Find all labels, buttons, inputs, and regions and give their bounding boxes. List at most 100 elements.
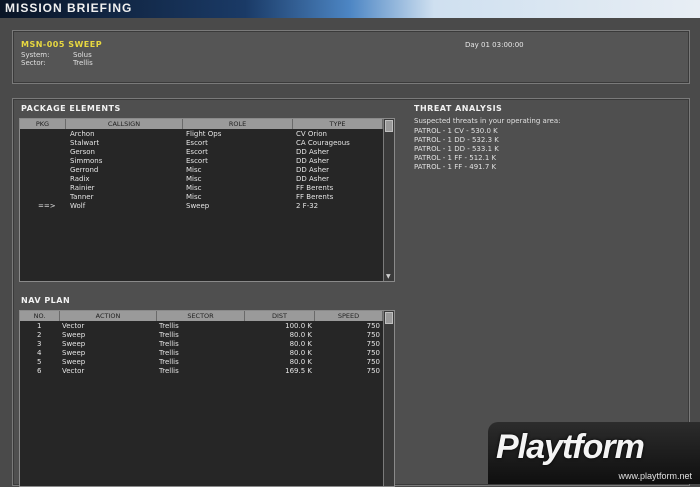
column-header-no[interactable]: NO. — [20, 311, 60, 321]
sector-cell: Trellis — [159, 331, 179, 339]
dist-cell: 80.0 K — [289, 349, 312, 357]
action-cell: Sweep — [62, 331, 86, 339]
speed-cell: 750 — [366, 340, 380, 348]
nav-plan-scrollbar[interactable] — [383, 311, 394, 486]
system-label: System: — [21, 51, 50, 59]
table-row[interactable]: Tanner Misc FF Berents — [20, 193, 384, 202]
action-cell: Sweep — [62, 340, 86, 348]
action-cell: Sweep — [62, 349, 86, 357]
scroll-down-icon[interactable]: ▼ — [386, 273, 391, 280]
callsign-cell: Gerrond — [70, 166, 99, 174]
callsign-cell: Stalwart — [70, 139, 100, 147]
window-title: MISSION BRIEFING — [5, 1, 133, 15]
package-scroll-thumb[interactable] — [385, 120, 393, 132]
dist-cell: 169.5 K — [285, 367, 312, 375]
sector-cell: Trellis — [159, 358, 179, 366]
no-cell: 3 — [37, 340, 42, 348]
speed-cell: 750 — [366, 367, 380, 375]
action-cell: Vector — [62, 367, 85, 375]
title-bar: MISSION BRIEFING — [0, 0, 700, 18]
threat-item: PATROL - 1 DD - 532.3 K — [414, 136, 499, 144]
package-elements-label: PACKAGE ELEMENTS — [21, 104, 121, 113]
action-cell: Vector — [62, 322, 85, 330]
mission-name: MSN-005 SWEEP — [21, 40, 103, 49]
threat-analysis-label: THREAT ANALYSIS — [414, 104, 503, 113]
sector-value: Trellis — [73, 59, 93, 67]
table-row[interactable]: 2 Sweep Trellis 80.0 K 750 — [20, 331, 384, 340]
nav-plan-header: NO. ACTION SECTOR DIST SPEED — [20, 311, 384, 321]
role-cell: Flight Ops — [186, 130, 222, 138]
dist-cell: 80.0 K — [289, 358, 312, 366]
sector-cell: Trellis — [159, 367, 179, 375]
column-header-type[interactable]: TYPE — [293, 119, 383, 129]
type-cell: FF Berents — [296, 184, 334, 192]
table-row[interactable]: 3 Sweep Trellis 80.0 K 750 — [20, 340, 384, 349]
column-header-action[interactable]: ACTION — [60, 311, 157, 321]
speed-cell: 750 — [366, 331, 380, 339]
type-cell: FF Berents — [296, 193, 334, 201]
no-cell: 4 — [37, 349, 42, 357]
role-cell: Sweep — [186, 202, 210, 210]
package-elements-list[interactable]: PKG CALLSIGN ROLE TYPE Archon Flight Ops C… — [19, 118, 395, 282]
table-row[interactable]: Gerrond Misc DD Asher — [20, 166, 384, 175]
callsign-cell: Rainier — [70, 184, 95, 192]
role-cell: Misc — [186, 193, 202, 201]
dist-cell: 100.0 K — [285, 322, 312, 330]
nav-plan-label: NAV PLAN — [21, 296, 71, 305]
pkg-cell: ==> — [38, 202, 56, 210]
role-cell: Escort — [186, 148, 208, 156]
column-header-sector[interactable]: SECTOR — [157, 311, 245, 321]
table-row[interactable]: 5 Sweep Trellis 80.0 K 750 — [20, 358, 384, 367]
mission-header-panel: MSN-005 SWEEP System: Solus Sector: Trelli… — [12, 30, 690, 84]
sector-cell: Trellis — [159, 340, 179, 348]
type-cell: DD Asher — [296, 175, 330, 183]
table-row[interactable]: Simmons Escort DD Asher — [20, 157, 384, 166]
callsign-cell: Radix — [70, 175, 90, 183]
table-row[interactable]: Stalwart Escort CA Courageous — [20, 139, 384, 148]
table-row[interactable]: Radix Misc DD Asher — [20, 175, 384, 184]
type-cell: DD Asher — [296, 148, 330, 156]
no-cell: 1 — [37, 322, 42, 330]
role-cell: Misc — [186, 175, 202, 183]
role-cell: Escort — [186, 139, 208, 147]
callsign-cell: Archon — [70, 130, 95, 138]
nav-scroll-thumb[interactable] — [385, 312, 393, 324]
threat-item: PATROL - 1 FF - 491.7 K — [414, 163, 497, 171]
package-list-scrollbar[interactable]: ▼ — [383, 119, 394, 281]
column-header-dist[interactable]: DIST — [245, 311, 315, 321]
sector-cell: Trellis — [159, 349, 179, 357]
column-header-role[interactable]: ROLE — [183, 119, 293, 129]
speed-cell: 750 — [366, 349, 380, 357]
threat-item: PATROL - 1 DD - 533.1 K — [414, 145, 499, 153]
no-cell: 6 — [37, 367, 42, 375]
role-cell: Misc — [186, 166, 202, 174]
table-row[interactable]: 4 Sweep Trellis 80.0 K 750 — [20, 349, 384, 358]
table-row[interactable]: Gerson Escort DD Asher — [20, 148, 384, 157]
watermark-logo: Playtform — [496, 428, 645, 466]
table-row[interactable]: Rainier Misc FF Berents — [20, 184, 384, 193]
nav-plan-rows: 1 Vector Trellis 100.0 K 750 2 Sweep Trellis 80.… — [20, 322, 384, 376]
column-header-callsign[interactable]: CALLSIGN — [66, 119, 183, 129]
column-header-speed[interactable]: SPEED — [315, 311, 383, 321]
sector-cell: Trellis — [159, 322, 179, 330]
action-cell: Sweep — [62, 358, 86, 366]
type-cell: CA Courageous — [296, 139, 350, 147]
callsign-cell: Gerson — [70, 148, 95, 156]
sector-label: Sector: — [21, 59, 46, 67]
table-row[interactable]: 6 Vector Trellis 169.5 K 750 — [20, 367, 384, 376]
table-row[interactable]: Archon Flight Ops CV Orion — [20, 130, 384, 139]
no-cell: 5 — [37, 358, 42, 366]
table-row[interactable]: 1 Vector Trellis 100.0 K 750 — [20, 322, 384, 331]
dist-cell: 80.0 K — [289, 340, 312, 348]
callsign-cell: Simmons — [70, 157, 103, 165]
watermark-url: www.playtform.net — [618, 471, 692, 481]
callsign-cell: Tanner — [70, 193, 94, 201]
type-cell: DD Asher — [296, 166, 330, 174]
sector-row: Sector: Trellis — [21, 59, 93, 67]
nav-plan-list[interactable]: NO. ACTION SECTOR DIST SPEED 1 Vector Trel… — [19, 310, 395, 487]
table-row[interactable]: ==> Wolf Sweep 2 F-32 — [20, 202, 384, 211]
column-header-pkg[interactable]: PKG — [20, 119, 66, 129]
watermark-banner: Playtform www.playtform.net — [488, 422, 700, 484]
type-cell: CV Orion — [296, 130, 327, 138]
mission-day-time: Day 01 03:00:00 — [465, 41, 524, 49]
